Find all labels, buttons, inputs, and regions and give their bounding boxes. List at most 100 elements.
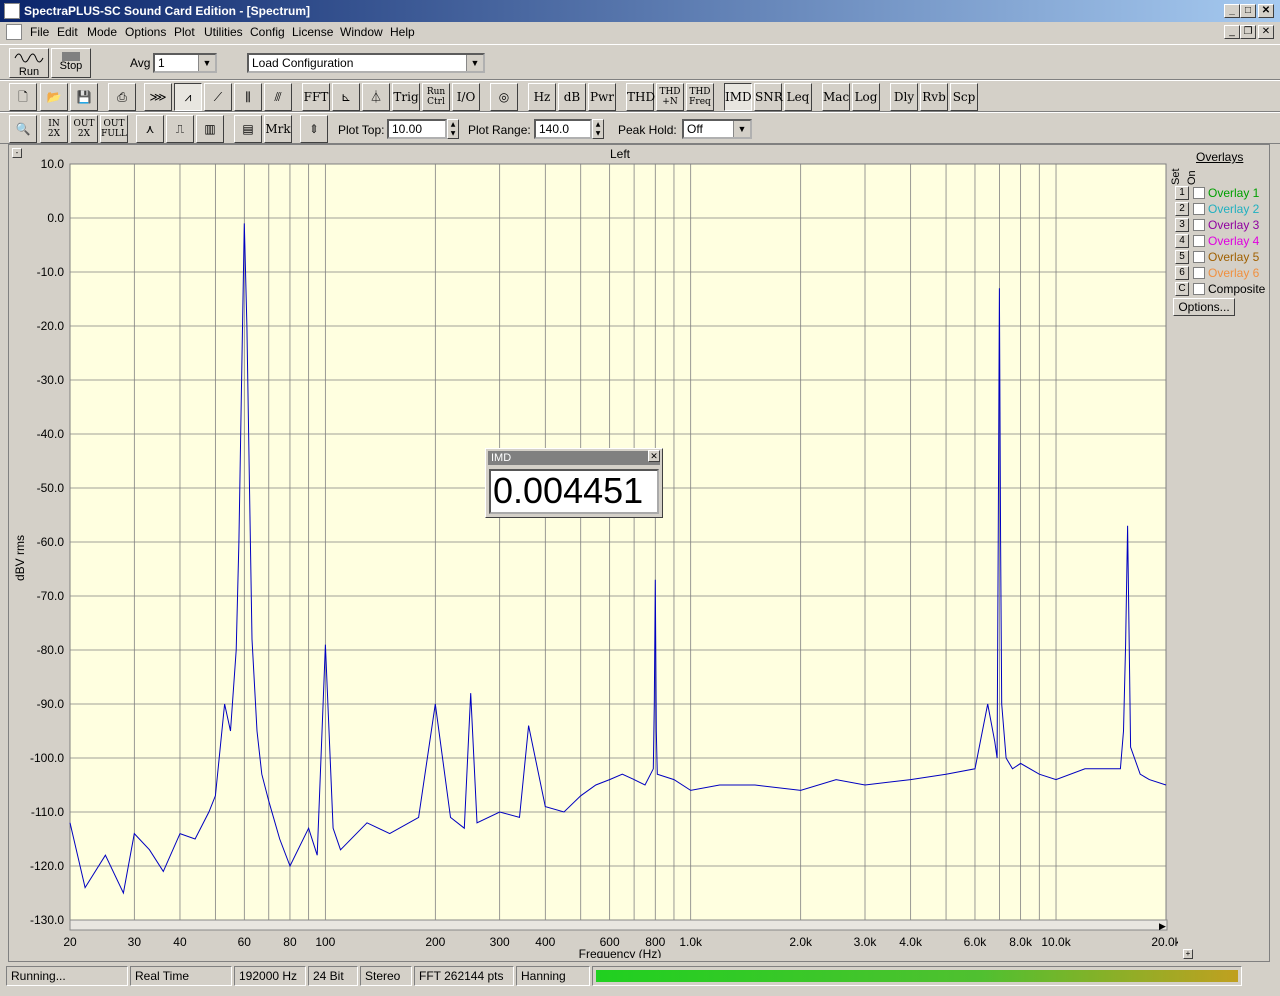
sawtooth-button[interactable]: ⟋ [204,83,232,111]
overlay-checkbox[interactable] [1193,219,1205,231]
x-tick-label: 30 [128,935,142,949]
open-button[interactable]: 📂 [40,83,68,111]
save-button[interactable]: 💾 [70,83,98,111]
waterfall-button[interactable]: ⫼ [234,83,262,111]
rvb-button[interactable]: Rvb [920,83,948,111]
menu-options[interactable]: Options [125,25,166,39]
line-plot-button[interactable]: ⋏ [136,115,164,143]
spectrum-chart[interactable]: 10.0 0.0 -10.0 -20.0 -30.0 -40.0 -50.0 -60.0 -70… [8,146,1178,958]
peak-hold-value: Off [687,122,703,136]
hz-button[interactable]: Hz [528,83,556,111]
menu-help[interactable]: Help [390,25,415,39]
horizontal-scrollbar[interactable] [69,919,1168,931]
mac-button[interactable]: Mac [822,83,850,111]
chevron-down-icon[interactable]: ▼ [198,55,215,71]
config-select[interactable]: Load Configuration ▼ [247,53,485,73]
overlay-label: Overlay 4 [1208,234,1260,248]
expand-icon[interactable]: + [1183,949,1193,959]
menu-mode[interactable]: Mode [87,25,117,39]
overlay-set-button[interactable]: 2 [1175,202,1189,216]
menu-utilities[interactable]: Utilities [204,25,243,39]
fast-forward-button[interactable]: ⋙ [144,83,172,111]
axis-button[interactable]: ⊾ [332,83,360,111]
dly-button[interactable]: Dly [890,83,918,111]
thd-freq-button[interactable]: THD Freq [686,83,714,111]
chevron-down-icon[interactable]: ▼ [733,121,750,137]
overlay-checkbox[interactable] [1193,203,1205,215]
menu-edit[interactable]: Edit [57,25,78,39]
thd-button[interactable]: THD [626,83,655,111]
bar-plot-button[interactable]: ▥ [196,115,224,143]
imd-readout-window[interactable]: IMD ✕ 0.004451 [485,448,663,518]
document-icon[interactable] [6,24,22,40]
plot-top-input[interactable]: 10.00 [387,119,447,139]
zoom-full-button[interactable]: OUT FULL [100,115,128,143]
stop-button[interactable]: Stop [51,48,91,78]
peak-hold-select[interactable]: Off ▼ [682,119,752,139]
zoom-in-label-2: 2X [47,129,61,139]
y-tick-label: -120.0 [30,859,64,873]
db-button[interactable]: dB [558,83,586,111]
table-button[interactable]: ▤ [234,115,262,143]
overlay-checkbox[interactable] [1193,187,1205,199]
3d-plot-icon: ⫻ [274,90,282,104]
plot-range-input[interactable]: 140.0 [534,119,592,139]
pwr-button[interactable]: Pwr [588,83,616,111]
overlay-checkbox[interactable] [1193,235,1205,247]
mdi-minimize-icon[interactable]: _ [1224,25,1240,39]
overlay-checkbox[interactable] [1193,283,1205,295]
overlay-set-button[interactable]: 1 [1175,186,1189,200]
avg-select[interactable]: 1 ▼ [153,53,217,73]
log-button[interactable]: Log [852,83,880,111]
scroll-right-icon[interactable]: ▶ [1159,921,1166,931]
mrk-button[interactable]: Mrk [264,115,292,143]
close-icon[interactable]: ✕ [1258,4,1274,18]
3d-plot-button[interactable]: ⫻ [264,83,292,111]
imd-button[interactable]: IMD [724,83,752,111]
fft-button[interactable]: FFT [302,83,330,111]
scp-button[interactable]: Scp [950,83,978,111]
mdi-restore-icon[interactable]: ❐ [1240,25,1256,39]
step-plot-button[interactable]: ⎍ [166,115,194,143]
thdn-button[interactable]: THD +N [656,83,684,111]
close-icon[interactable]: ✕ [648,450,660,462]
overlay-checkbox[interactable] [1193,267,1205,279]
y-tick-label: -40.0 [37,427,65,441]
scale-button[interactable]: ⇕ [300,115,328,143]
trig-button[interactable]: Trig [392,83,420,111]
menu-window[interactable]: Window [340,25,383,39]
new-button[interactable]: 🗋 [9,83,37,111]
menu-config[interactable]: Config [250,25,285,39]
zoom-button[interactable]: 🔍 [9,115,37,143]
zoom-in-button[interactable]: IN 2X [40,115,68,143]
run-ctrl-button[interactable]: Run Ctrl [422,83,450,111]
y-tick-label: -80.0 [37,643,65,657]
print-button[interactable]: ⎙ [108,83,136,111]
plot-range-value: 140.0 [539,122,570,136]
minimize-icon[interactable]: _ [1224,4,1240,18]
spectrum-button[interactable]: ⩘ [174,83,202,111]
plot-top-spinner[interactable]: ▲ ▼ [447,119,459,139]
chevron-down-icon[interactable]: ▼ [466,55,483,71]
run-button[interactable]: Run [9,48,49,78]
maximize-icon[interactable]: □ [1240,4,1256,18]
overlay-set-button[interactable]: C [1175,282,1189,296]
signal-gen-button[interactable]: ⏃ [362,83,390,111]
overlay-set-button[interactable]: 4 [1175,234,1189,248]
io-button[interactable]: I/O [452,83,480,111]
status-bits: 24 Bit [308,966,358,986]
leq-button[interactable]: Leq [784,83,812,111]
generator-button[interactable]: ◎ [490,83,518,111]
overlay-set-button[interactable]: 6 [1175,266,1189,280]
overlay-checkbox[interactable] [1193,251,1205,263]
mdi-close-icon[interactable]: ✕ [1258,25,1274,39]
snr-button[interactable]: SNR [754,83,783,111]
plot-range-spinner[interactable]: ▲ ▼ [592,119,604,139]
overlay-set-button[interactable]: 5 [1175,250,1189,264]
overlay-options-button[interactable]: Options... [1173,298,1235,316]
zoom-out-button[interactable]: OUT 2X [70,115,98,143]
overlay-set-button[interactable]: 3 [1175,218,1189,232]
menu-license[interactable]: License [292,25,333,39]
menu-plot[interactable]: Plot [174,25,195,39]
menu-file[interactable]: File [30,25,49,39]
